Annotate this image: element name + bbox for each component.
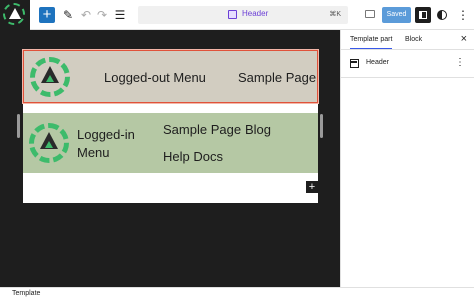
block-card: Header ⋮ bbox=[341, 50, 474, 78]
tab-block[interactable]: Block bbox=[405, 36, 422, 43]
tab-template-part[interactable]: Template part bbox=[350, 36, 393, 49]
resize-handle-left[interactable] bbox=[17, 114, 20, 138]
redo-icon[interactable]: ↷ bbox=[95, 7, 109, 23]
template-part-icon bbox=[228, 10, 237, 19]
top-toolbar: + ✎ ↶ ↷ ☰ Header ⌘K Saved ⋮ bbox=[0, 0, 474, 30]
settings-panel-icon[interactable] bbox=[415, 7, 431, 23]
command-palette-button[interactable]: Header ⌘K bbox=[138, 6, 348, 24]
close-icon[interactable]: × bbox=[461, 33, 467, 45]
nav-item-blog[interactable]: Blog bbox=[245, 122, 271, 137]
command-shortcut: ⌘K bbox=[329, 11, 341, 18]
site-logo[interactable] bbox=[29, 123, 69, 163]
block-card-title: Header bbox=[366, 59, 389, 66]
pen-icon[interactable]: ✎ bbox=[61, 7, 75, 23]
add-block-button[interactable]: + bbox=[39, 7, 55, 23]
undo-icon[interactable]: ↶ bbox=[79, 7, 93, 23]
logged-out-header[interactable]: Logged-out Menu Sample Page bbox=[22, 49, 319, 104]
settings-sidebar: Template part Block × Header ⋮ bbox=[340, 30, 474, 287]
logged-in-header[interactable]: Logged-in Menu Sample Page Blog Help Doc… bbox=[23, 113, 318, 173]
more-options-icon[interactable]: ⋮ bbox=[457, 7, 469, 23]
sidebar-tabs: Template part Block × bbox=[341, 30, 474, 50]
logged-in-menu-label-line1: Logged-in bbox=[77, 127, 135, 142]
template-part-icon bbox=[350, 59, 359, 68]
logged-in-menu-label-line2: Menu bbox=[77, 145, 110, 160]
add-block-inline-button[interactable]: + bbox=[306, 181, 318, 193]
preview-icon[interactable] bbox=[365, 10, 375, 18]
footer-breadcrumb: Template bbox=[0, 287, 474, 299]
more-options-icon[interactable]: ⋮ bbox=[455, 57, 465, 68]
site-logo[interactable] bbox=[30, 57, 70, 97]
saved-button[interactable]: Saved bbox=[382, 7, 411, 23]
resize-handle-right[interactable] bbox=[320, 114, 323, 138]
canvas-frame: Logged-out Menu Sample Page Logged-in Me… bbox=[22, 49, 319, 203]
list-view-icon[interactable]: ☰ bbox=[113, 7, 127, 23]
styles-icon[interactable] bbox=[437, 10, 447, 20]
site-logo-icon[interactable] bbox=[0, 0, 30, 30]
editor-canvas: Logged-out Menu Sample Page Logged-in Me… bbox=[0, 30, 340, 287]
nav-item-sample-page[interactable]: Sample Page bbox=[163, 122, 241, 137]
command-label: Header bbox=[242, 9, 269, 18]
nav-item-help-docs[interactable]: Help Docs bbox=[163, 149, 223, 164]
logged-out-menu-label: Logged-out Menu bbox=[104, 70, 206, 85]
breadcrumb-template[interactable]: Template bbox=[12, 290, 40, 297]
nav-item-sample-page[interactable]: Sample Page bbox=[238, 70, 316, 85]
